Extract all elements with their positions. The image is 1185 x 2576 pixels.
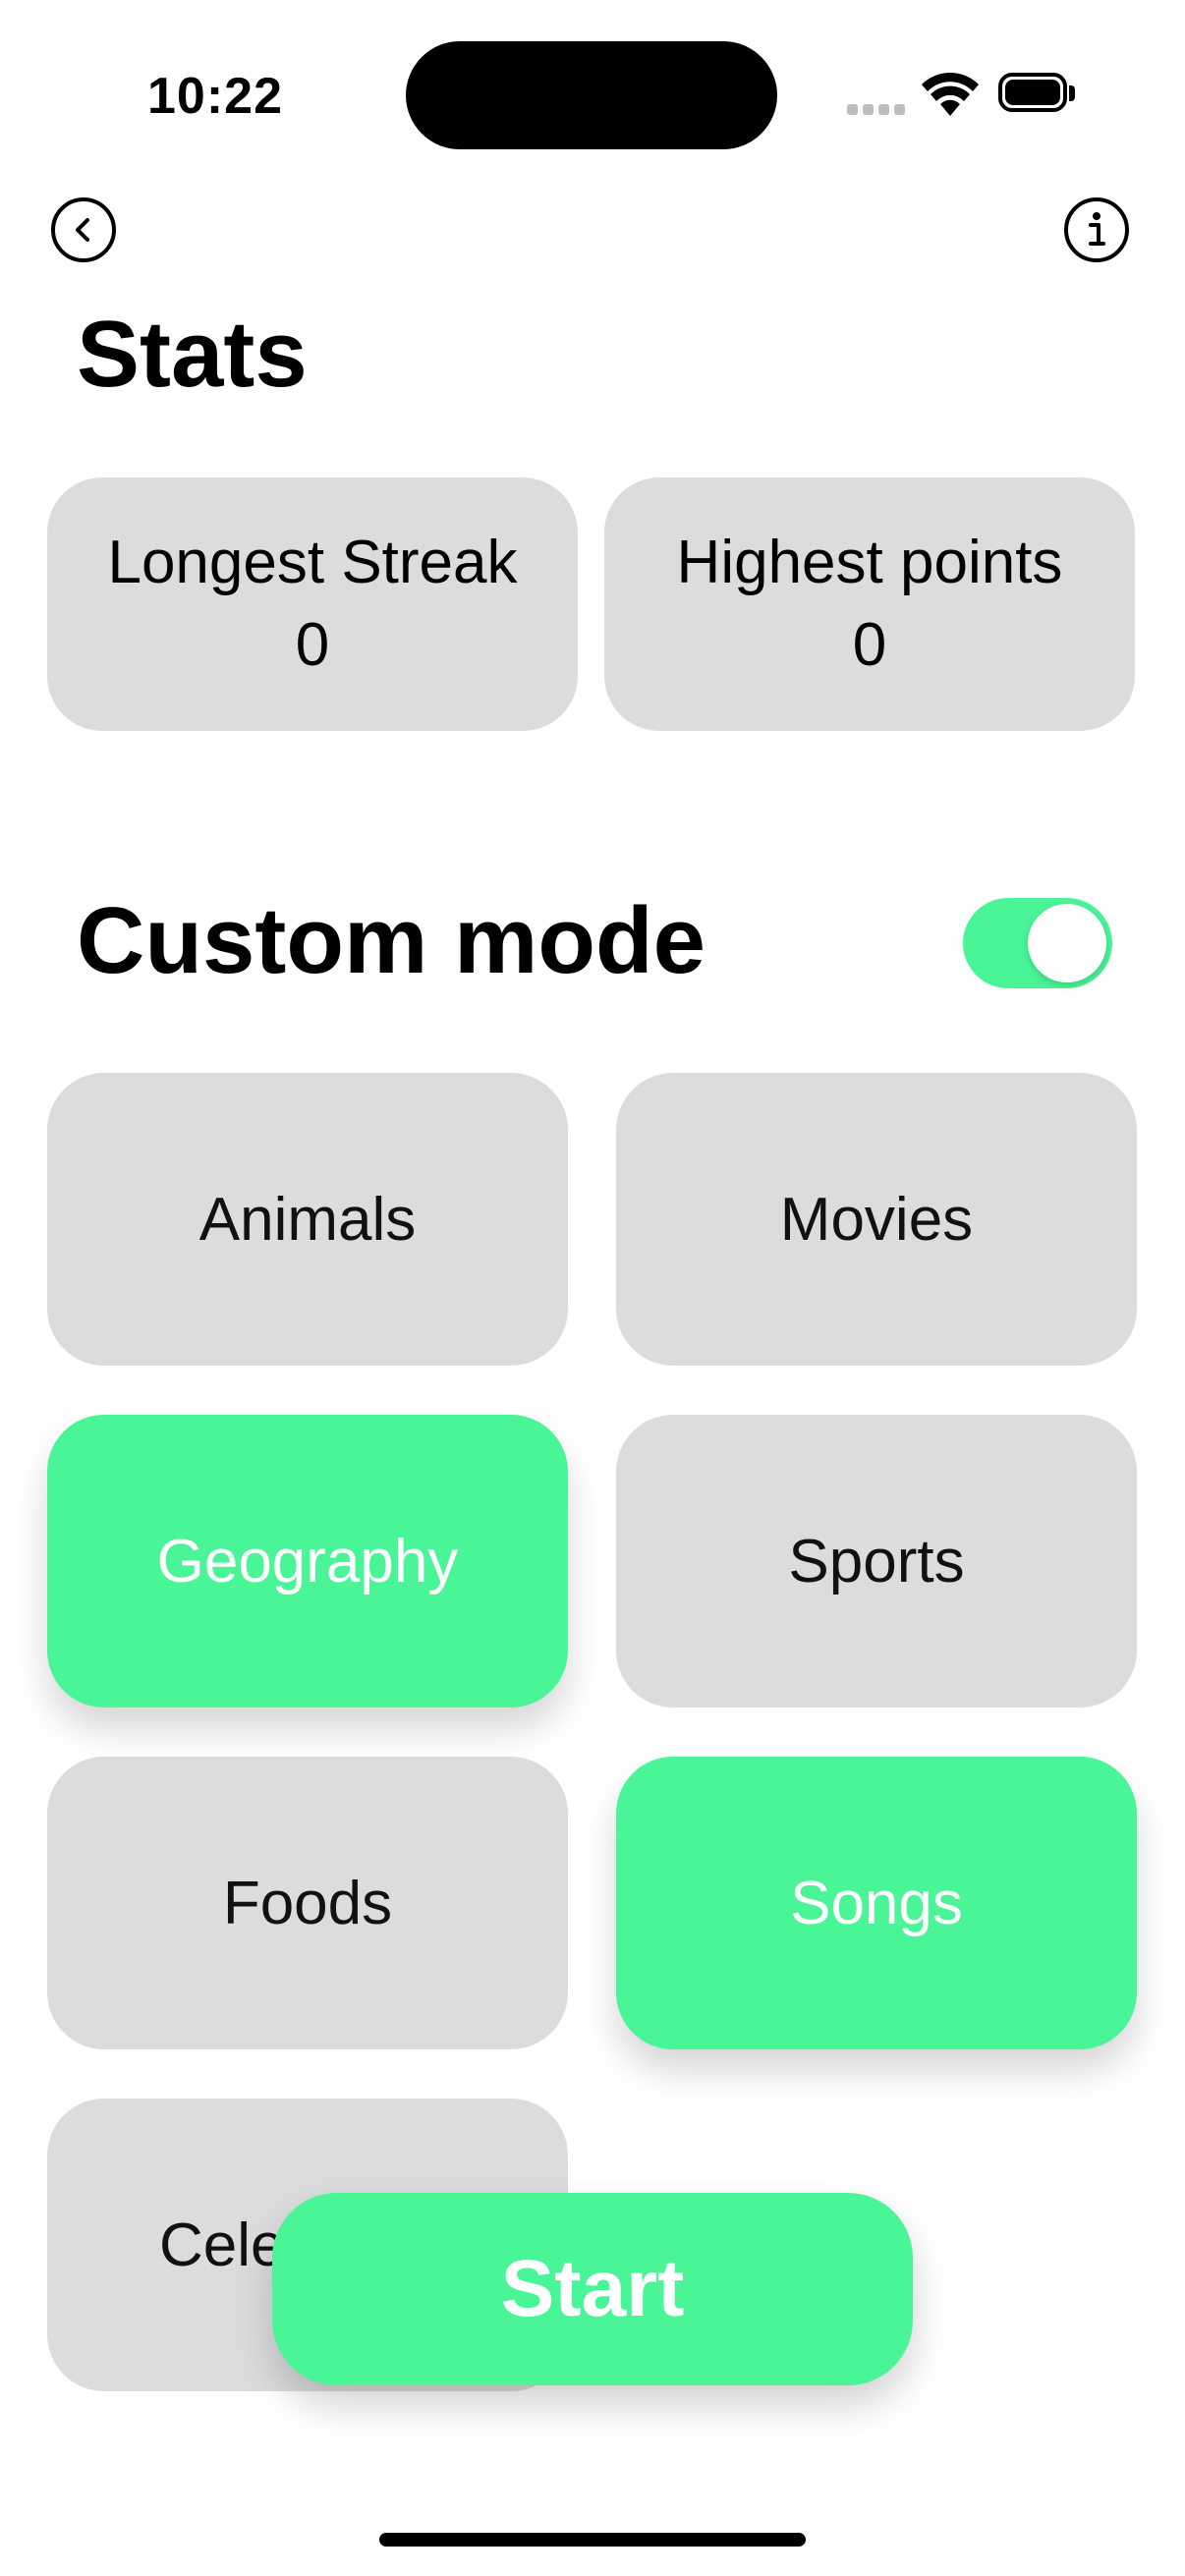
category-songs[interactable]: Songs: [616, 1757, 1137, 2049]
wifi-icon: [922, 73, 979, 116]
cellular-signal-icon: [847, 104, 906, 116]
back-button[interactable]: [51, 197, 116, 262]
stat-card-highest-points: Highest points 0: [604, 477, 1135, 731]
stat-value: 0: [295, 611, 330, 679]
battery-icon: [998, 73, 1077, 116]
category-sports[interactable]: Sports: [616, 1415, 1137, 1708]
status-bar: 10:22: [0, 0, 1185, 187]
stat-card-longest-streak: Longest Streak 0: [47, 477, 578, 731]
category-movies[interactable]: Movies: [616, 1073, 1137, 1366]
toggle-knob: [1028, 904, 1106, 982]
stat-label: Longest Streak: [107, 529, 518, 596]
home-indicator: [379, 2533, 806, 2547]
category-animals[interactable]: Animals: [47, 1073, 568, 1366]
dynamic-island: [406, 41, 777, 149]
status-time: 10:22: [147, 68, 283, 125]
custom-mode-toggle[interactable]: [963, 898, 1112, 988]
start-button[interactable]: Start: [272, 2193, 913, 2385]
chevron-left-icon: [76, 218, 89, 242]
stat-value: 0: [852, 611, 887, 679]
category-geography[interactable]: Geography: [47, 1415, 568, 1708]
category-foods[interactable]: Foods: [47, 1757, 568, 2049]
stats-title: Stats: [77, 302, 308, 407]
stat-label: Highest points: [676, 529, 1063, 596]
info-button[interactable]: [1064, 197, 1129, 262]
info-icon: [1089, 212, 1105, 246]
custom-mode-title: Custom mode: [77, 888, 706, 993]
